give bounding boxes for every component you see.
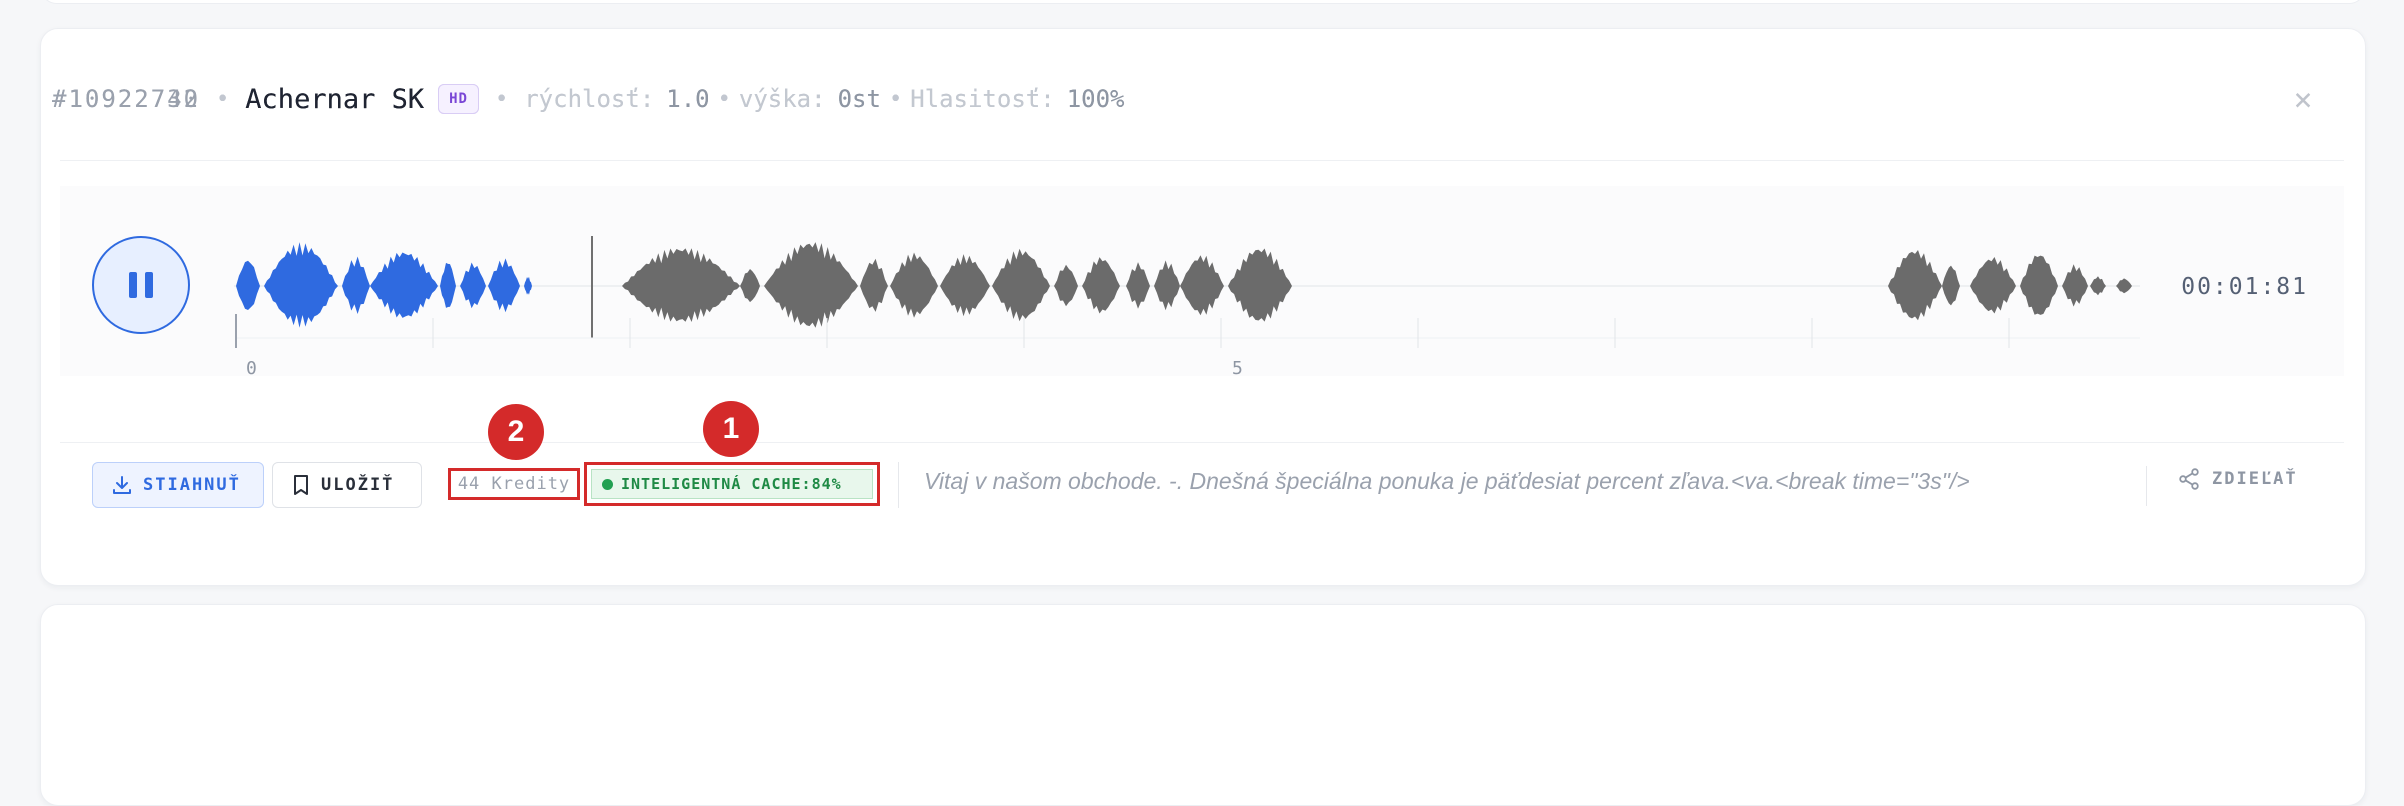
separator-dot: •: [717, 86, 731, 112]
share-label: ZDIEĽAŤ: [2212, 469, 2298, 489]
separator-dot: •: [888, 86, 903, 112]
separator-dot: •: [494, 86, 509, 112]
waveform-segment: [2062, 264, 2088, 307]
volume-label: Hlasitosť:: [910, 85, 1055, 113]
vertical-divider: [898, 462, 899, 508]
waveform-segment: [1082, 257, 1120, 314]
axis-tick-label: 5: [1232, 358, 1243, 376]
waveform-segment: [2090, 276, 2106, 296]
status-dot-icon: [602, 478, 613, 490]
cache-label: INTELIGENTNÁ CACHE:84%: [621, 475, 842, 493]
pitch-value: 0st: [837, 85, 881, 113]
annotation-marker-1: 1: [703, 401, 759, 457]
speed-label: rýchlosť:: [524, 85, 655, 113]
waveform-segment: [622, 248, 740, 322]
speed-value: 1.0: [666, 85, 710, 113]
save-button[interactable]: ULOŽIŤ: [272, 462, 422, 508]
close-icon[interactable]: ✕: [2294, 82, 2312, 117]
tts-entry-card: [40, 604, 2366, 806]
waveform-segment: [1054, 264, 1078, 307]
vertical-divider: [2146, 466, 2147, 506]
smart-cache-badge: INTELIGENTNÁ CACHE:84%: [584, 462, 880, 506]
share-icon: [2179, 468, 2199, 490]
download-icon: [113, 476, 131, 494]
waveform-segment: [764, 242, 858, 328]
waveform[interactable]: 0 5: [220, 226, 2160, 376]
voice-name: Achernar SK: [245, 83, 425, 115]
waveform-segment: [342, 256, 370, 314]
script-text[interactable]: Vitaj v našom obchode. -. Dnešná špeciál…: [924, 468, 1970, 495]
actions-divider: [60, 442, 2344, 443]
download-label: STIAHNUŤ: [143, 475, 241, 495]
waveform-segment: [860, 258, 888, 312]
waveform-segment: [1228, 248, 1292, 322]
entry-id: #10922732: [52, 85, 201, 113]
waveform-segment: [740, 269, 760, 303]
waveform-segment: [940, 254, 990, 317]
waveform-segment: [1888, 250, 1942, 321]
waveform-segment: [524, 276, 532, 295]
waveform-segment: [440, 262, 456, 308]
axis-tick-label: 0: [246, 358, 257, 376]
bookmark-icon: [294, 475, 308, 495]
waveform-segment: [1970, 257, 2016, 314]
volume-value: 100%: [1066, 85, 1125, 113]
pause-icon: [145, 272, 153, 298]
waveform-segment: [2116, 278, 2132, 294]
pause-button[interactable]: [92, 236, 190, 334]
share-button[interactable]: ZDIEĽAŤ: [2178, 468, 2298, 490]
waveform-segment: [2020, 255, 2058, 315]
pitch-label: výška:: [738, 85, 826, 113]
waveform-segment: [1154, 260, 1180, 311]
waveform-segment: [992, 248, 1050, 322]
separator-dot: •: [216, 86, 230, 112]
waveform-segment: [460, 262, 486, 309]
waveform-segment: [890, 252, 938, 318]
waveform-segment: [236, 260, 260, 310]
waveform-segment: [1942, 265, 1960, 306]
waveform-segment: [370, 252, 438, 318]
save-label: ULOŽIŤ: [321, 475, 395, 495]
waveform-segment: [264, 242, 338, 328]
pause-icon: [129, 272, 137, 298]
credits-badge: 44 Kredity: [448, 468, 580, 500]
hd-badge: HD: [438, 84, 479, 114]
waveform-segment: [488, 258, 520, 313]
playback-time: 00:01:81: [2181, 274, 2308, 300]
previous-card-edge: [40, 0, 2366, 4]
annotation-marker-2: 2: [488, 404, 544, 460]
entry-header: #10922732 • Achernar SK HD • rýchlosť: 1…: [52, 78, 2364, 120]
header-divider: [60, 160, 2344, 161]
waveform-segment: [1126, 262, 1150, 309]
waveform-segment: [1180, 255, 1224, 316]
download-button[interactable]: STIAHNUŤ: [92, 462, 264, 508]
